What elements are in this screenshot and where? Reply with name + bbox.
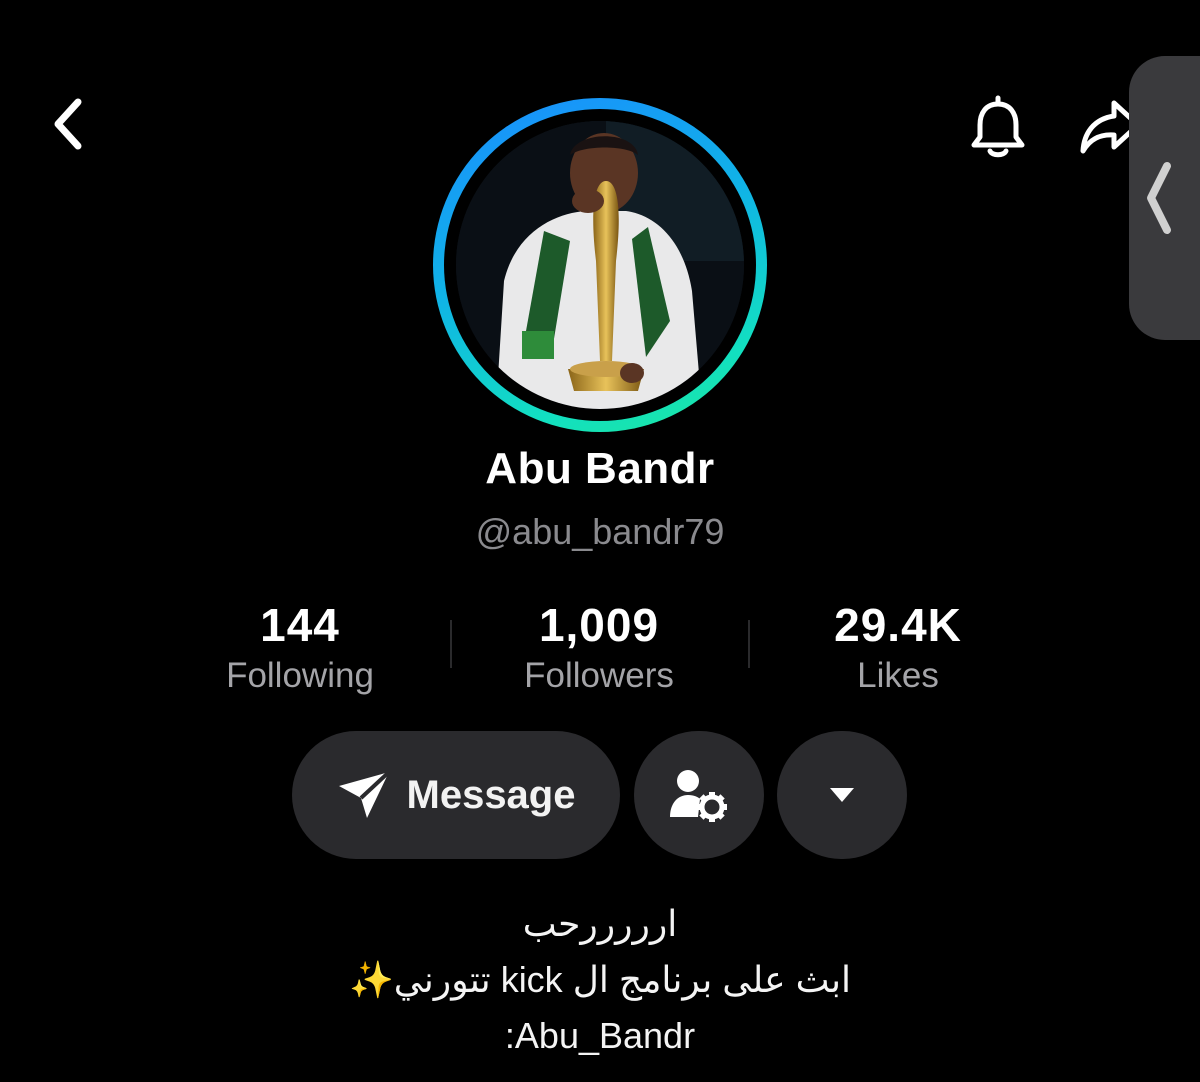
bio-line-2: ✨ابث على برنامج ال kick تتورني — [0, 952, 1200, 1008]
user-gear-icon — [670, 770, 727, 822]
user-settings-button[interactable] — [634, 731, 764, 859]
side-panel-handle[interactable] — [1129, 56, 1200, 340]
bio: ارررررحب ✨ابث على برنامج ال kick تتورني … — [0, 896, 1200, 1064]
avatar-photo — [456, 121, 744, 409]
message-label: Message — [406, 772, 576, 817]
likes-count: 29.4K — [834, 599, 962, 651]
chevron-left-icon — [54, 98, 82, 150]
back-button[interactable] — [38, 92, 98, 156]
display-name: Abu Bandr — [485, 444, 715, 493]
bell-icon — [971, 95, 1025, 158]
paper-plane-icon — [338, 770, 390, 818]
following-label: Following — [226, 656, 374, 695]
caret-down-icon — [830, 788, 854, 802]
avatar-story-ring[interactable] — [433, 98, 767, 432]
stat-divider — [748, 620, 750, 668]
more-options-dropdown[interactable] — [777, 731, 907, 859]
followers-count: 1,009 — [538, 599, 660, 651]
stat-following[interactable]: 144 Following — [180, 598, 420, 698]
stat-likes[interactable]: 29.4K Likes — [778, 598, 1018, 698]
stat-divider — [450, 620, 452, 668]
following-count: 144 — [260, 599, 340, 651]
chevron-left-icon — [1147, 162, 1171, 234]
avatar[interactable] — [456, 121, 744, 409]
sparkles-emoji: ✨ — [348, 959, 394, 1000]
followers-label: Followers — [524, 656, 674, 695]
likes-label: Likes — [857, 656, 939, 695]
bio-line-2-text: ابث على برنامج ال kick تتورني — [393, 959, 852, 1000]
notification-bell-button[interactable] — [962, 92, 1034, 164]
message-button[interactable]: Message — [292, 731, 620, 859]
bio-line-1: ارررررحب — [522, 903, 678, 944]
username: @abu_bandr79 — [475, 511, 725, 552]
bio-line-3: :Abu_Bandr — [504, 1015, 696, 1056]
profile-page: Abu Bandr @abu_bandr79 144 Following 1,0… — [0, 0, 1200, 1082]
stat-followers[interactable]: 1,009 Followers — [479, 598, 719, 698]
